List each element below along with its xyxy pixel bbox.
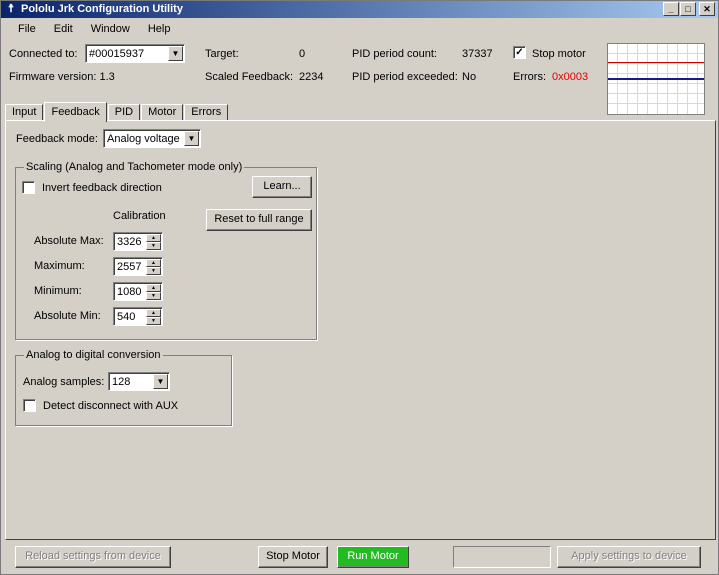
menu-bar: File Edit Window Help — [1, 19, 718, 39]
tab-strip: Input Feedback PID Motor Errors — [5, 101, 229, 122]
minimum-label: Minimum: — [34, 285, 82, 297]
tab-errors[interactable]: Errors — [184, 104, 229, 121]
feedback-plot — [607, 43, 705, 115]
scaled-feedback-label: Scaled Feedback: — [205, 71, 294, 83]
learn-button[interactable]: Learn... — [252, 176, 312, 198]
spin-up-icon[interactable]: ▲ — [146, 284, 161, 292]
tab-input[interactable]: Input — [5, 104, 44, 121]
pid-exceeded-label: PID period exceeded: — [352, 71, 458, 83]
target-trace — [608, 62, 704, 63]
invert-direction-label: Invert feedback direction — [42, 182, 162, 194]
connected-to-label: Connected to: — [9, 48, 78, 60]
absolute-min-input[interactable]: 540 ▲ ▼ — [113, 307, 163, 326]
spin-up-icon[interactable]: ▲ — [146, 259, 161, 267]
app-icon: ☨ — [8, 3, 14, 15]
detect-disconnect-label: Detect disconnect with AUX — [43, 400, 179, 412]
reload-settings-button[interactable]: Reload settings from device — [15, 546, 171, 568]
spin-down-icon[interactable]: ▼ — [146, 317, 161, 325]
analog-samples-select[interactable]: 128 ▼ — [108, 372, 170, 391]
target-label: Target: — [205, 48, 239, 60]
absolute-max-label: Absolute Max: — [34, 235, 104, 247]
window-title: Pololu Jrk Configuration Utility — [21, 3, 183, 15]
spin-down-icon[interactable]: ▼ — [146, 292, 161, 300]
device-select-value: #00015937 — [89, 48, 145, 60]
minimum-value[interactable]: 1080 — [117, 285, 141, 299]
maximum-input[interactable]: 2557 ▲ ▼ — [113, 257, 163, 276]
tab-motor[interactable]: Motor — [141, 104, 184, 121]
stop-motor-checkbox[interactable]: ✓ — [513, 46, 526, 59]
pid-count-value: 37337 — [462, 48, 493, 60]
title-bar: ☨ Pololu Jrk Configuration Utility _ □ ✕ — [1, 1, 718, 18]
close-button[interactable]: ✕ — [699, 2, 715, 16]
reset-full-range-button[interactable]: Reset to full range — [206, 209, 312, 231]
spin-down-icon[interactable]: ▼ — [146, 267, 161, 275]
window-controls: _ □ ✕ — [663, 2, 715, 16]
detect-disconnect-checkbox[interactable] — [23, 399, 36, 412]
menu-window[interactable]: Window — [82, 19, 139, 39]
run-motor-button[interactable]: Run Motor — [337, 546, 409, 568]
maximize-button[interactable]: □ — [680, 2, 696, 16]
spin-down-icon[interactable]: ▼ — [146, 242, 161, 250]
absolute-min-value[interactable]: 540 — [117, 310, 135, 324]
menu-help[interactable]: Help — [139, 19, 180, 39]
stop-motor-button[interactable]: Stop Motor — [258, 546, 328, 568]
chevron-down-icon[interactable]: ▼ — [153, 374, 168, 389]
feedback-mode-value: Analog voltage — [107, 133, 180, 145]
adc-group-title: Analog to digital conversion — [24, 348, 163, 362]
target-value: 0 — [299, 48, 306, 60]
stop-motor-label: Stop motor — [532, 48, 586, 60]
errors-value: 0x0003 — [552, 71, 589, 83]
maximum-label: Maximum: — [34, 260, 85, 272]
scaled-feedback-value: 2234 — [299, 71, 324, 83]
absolute-min-label: Absolute Min: — [34, 310, 101, 322]
analog-samples-label: Analog samples: — [23, 376, 105, 388]
feedback-mode-select[interactable]: Analog voltage ▼ — [103, 129, 201, 148]
chevron-down-icon[interactable]: ▼ — [168, 46, 183, 61]
minimize-button[interactable]: _ — [663, 2, 679, 16]
spin-up-icon[interactable]: ▲ — [146, 234, 161, 242]
feedback-mode-label: Feedback mode: — [16, 133, 98, 145]
feedback-trace — [608, 78, 704, 80]
app-window: ☨ Pololu Jrk Configuration Utility _ □ ✕… — [0, 0, 719, 575]
firmware-version: Firmware version: 1.3 — [9, 71, 115, 83]
menu-file[interactable]: File — [9, 19, 45, 39]
calibration-label: Calibration — [113, 210, 166, 222]
tab-pid[interactable]: PID — [107, 104, 141, 121]
errors-label: Errors: — [513, 71, 546, 83]
pid-exceeded-value: No — [462, 71, 477, 83]
invert-direction-checkbox[interactable] — [22, 181, 35, 194]
chevron-down-icon[interactable]: ▼ — [184, 131, 199, 146]
absolute-max-input[interactable]: 3326 ▲ ▼ — [113, 232, 163, 251]
maximum-value[interactable]: 2557 — [117, 260, 141, 274]
absolute-max-value[interactable]: 3326 — [117, 235, 141, 249]
pid-count-label: PID period count: — [352, 48, 437, 60]
tab-feedback[interactable]: Feedback — [44, 102, 107, 122]
analog-samples-value: 128 — [112, 376, 131, 388]
menu-edit[interactable]: Edit — [45, 19, 82, 39]
device-select[interactable]: #00015937 ▼ — [85, 44, 185, 63]
apply-settings-button[interactable]: Apply settings to device — [557, 546, 701, 568]
status-field — [453, 546, 551, 568]
scaling-group-title: Scaling (Analog and Tachometer mode only… — [24, 160, 245, 174]
spin-up-icon[interactable]: ▲ — [146, 309, 161, 317]
minimum-input[interactable]: 1080 ▲ ▼ — [113, 282, 163, 301]
